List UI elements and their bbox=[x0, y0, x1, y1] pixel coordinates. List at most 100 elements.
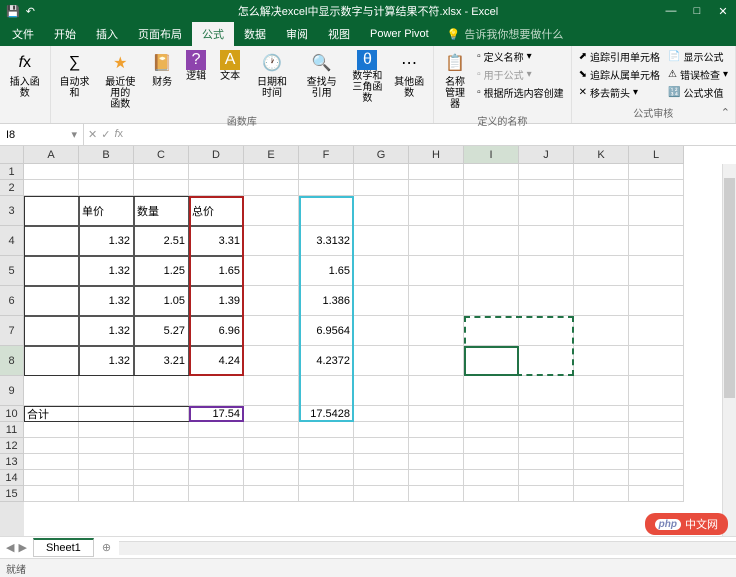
row-header-1[interactable]: 1 bbox=[0, 164, 24, 180]
horizontal-scrollbar[interactable] bbox=[119, 541, 736, 555]
cell-J15[interactable] bbox=[519, 486, 574, 502]
cell-B3[interactable]: 单价 bbox=[79, 196, 134, 226]
use-formula-button[interactable]: ▫ 用于公式 ▾ bbox=[474, 66, 567, 83]
col-header-K[interactable]: K bbox=[574, 146, 629, 164]
cell-D2[interactable] bbox=[189, 180, 244, 196]
trace-precedents-button[interactable]: ⬈ 追踪引用单元格 bbox=[576, 48, 663, 65]
cell-H3[interactable] bbox=[409, 196, 464, 226]
grid[interactable]: 单价数量总价1.322.513.313.31321.321.251.651.65… bbox=[24, 164, 736, 536]
cell-J6[interactable] bbox=[519, 286, 574, 316]
cell-C6[interactable]: 1.05 bbox=[134, 286, 189, 316]
eval-formula-button[interactable]: 🔢 公式求值 bbox=[665, 84, 731, 101]
cell-D7[interactable]: 6.96 bbox=[189, 316, 244, 346]
cell-E3[interactable] bbox=[244, 196, 299, 226]
cell-H5[interactable] bbox=[409, 256, 464, 286]
cell-B7[interactable]: 1.32 bbox=[79, 316, 134, 346]
remove-arrows-button[interactable]: ✕ 移去箭头 ▾ bbox=[576, 84, 663, 101]
cell-I7[interactable] bbox=[464, 316, 519, 346]
cell-B14[interactable] bbox=[79, 470, 134, 486]
cell-G5[interactable] bbox=[354, 256, 409, 286]
cell-C5[interactable]: 1.25 bbox=[134, 256, 189, 286]
cell-L4[interactable] bbox=[629, 226, 684, 256]
error-check-button[interactable]: ⚠ 错误检查 ▾ bbox=[665, 66, 731, 83]
cell-E15[interactable] bbox=[244, 486, 299, 502]
cell-K8[interactable] bbox=[574, 346, 629, 376]
cell-L2[interactable] bbox=[629, 180, 684, 196]
accept-formula-icon[interactable]: ✓ bbox=[101, 128, 110, 141]
cell-G9[interactable] bbox=[354, 376, 409, 406]
tab-file[interactable]: 文件 bbox=[2, 22, 44, 46]
col-header-C[interactable]: C bbox=[134, 146, 189, 164]
cell-C15[interactable] bbox=[134, 486, 189, 502]
add-sheet-button[interactable]: ⊕ bbox=[94, 541, 119, 554]
name-manager-button[interactable]: 📋名称 管理器 bbox=[438, 48, 472, 112]
cell-A10[interactable]: 合计 bbox=[24, 406, 79, 422]
cell-A11[interactable] bbox=[24, 422, 79, 438]
cell-K9[interactable] bbox=[574, 376, 629, 406]
cell-K7[interactable] bbox=[574, 316, 629, 346]
cell-K13[interactable] bbox=[574, 454, 629, 470]
cell-G10[interactable] bbox=[354, 406, 409, 422]
cell-D14[interactable] bbox=[189, 470, 244, 486]
cell-J3[interactable] bbox=[519, 196, 574, 226]
cell-G7[interactable] bbox=[354, 316, 409, 346]
row-header-6[interactable]: 6 bbox=[0, 286, 24, 316]
more-button[interactable]: ⋯其他函数 bbox=[389, 48, 429, 101]
cell-A15[interactable] bbox=[24, 486, 79, 502]
col-header-D[interactable]: D bbox=[189, 146, 244, 164]
cell-F9[interactable] bbox=[299, 376, 354, 406]
cell-K4[interactable] bbox=[574, 226, 629, 256]
cell-E10[interactable] bbox=[244, 406, 299, 422]
cell-C9[interactable] bbox=[134, 376, 189, 406]
cell-D3[interactable]: 总价 bbox=[189, 196, 244, 226]
cell-F1[interactable] bbox=[299, 164, 354, 180]
cell-A9[interactable] bbox=[24, 376, 79, 406]
cell-I9[interactable] bbox=[464, 376, 519, 406]
cell-C7[interactable]: 5.27 bbox=[134, 316, 189, 346]
col-header-A[interactable]: A bbox=[24, 146, 79, 164]
cell-A12[interactable] bbox=[24, 438, 79, 454]
cell-G12[interactable] bbox=[354, 438, 409, 454]
cell-E1[interactable] bbox=[244, 164, 299, 180]
cell-K5[interactable] bbox=[574, 256, 629, 286]
cell-L3[interactable] bbox=[629, 196, 684, 226]
undo-icon[interactable]: ↶ bbox=[26, 5, 35, 18]
row-header-5[interactable]: 5 bbox=[0, 256, 24, 286]
from-selection-button[interactable]: ▫ 根据所选内容创建 bbox=[474, 84, 567, 101]
fx-icon[interactable]: fx bbox=[114, 128, 123, 141]
cell-G13[interactable] bbox=[354, 454, 409, 470]
cell-J7[interactable] bbox=[519, 316, 574, 346]
cell-H15[interactable] bbox=[409, 486, 464, 502]
cell-D9[interactable] bbox=[189, 376, 244, 406]
cell-K11[interactable] bbox=[574, 422, 629, 438]
tab-data[interactable]: 数据 bbox=[234, 22, 276, 46]
cell-E11[interactable] bbox=[244, 422, 299, 438]
cell-D5[interactable]: 1.65 bbox=[189, 256, 244, 286]
cell-B15[interactable] bbox=[79, 486, 134, 502]
cell-D15[interactable] bbox=[189, 486, 244, 502]
cell-L5[interactable] bbox=[629, 256, 684, 286]
cell-H10[interactable] bbox=[409, 406, 464, 422]
cell-F13[interactable] bbox=[299, 454, 354, 470]
cell-G14[interactable] bbox=[354, 470, 409, 486]
cell-J13[interactable] bbox=[519, 454, 574, 470]
cell-A7[interactable] bbox=[24, 316, 79, 346]
cell-A2[interactable] bbox=[24, 180, 79, 196]
cell-K6[interactable] bbox=[574, 286, 629, 316]
cell-D1[interactable] bbox=[189, 164, 244, 180]
tab-insert[interactable]: 插入 bbox=[86, 22, 128, 46]
text-button[interactable]: A文本 bbox=[214, 48, 246, 84]
cell-E14[interactable] bbox=[244, 470, 299, 486]
cell-I4[interactable] bbox=[464, 226, 519, 256]
cell-H7[interactable] bbox=[409, 316, 464, 346]
cell-I1[interactable] bbox=[464, 164, 519, 180]
cell-A8[interactable] bbox=[24, 346, 79, 376]
cell-E7[interactable] bbox=[244, 316, 299, 346]
row-header-15[interactable]: 15 bbox=[0, 486, 24, 502]
cell-G3[interactable] bbox=[354, 196, 409, 226]
cell-A6[interactable] bbox=[24, 286, 79, 316]
cell-B2[interactable] bbox=[79, 180, 134, 196]
cell-I14[interactable] bbox=[464, 470, 519, 486]
cell-E5[interactable] bbox=[244, 256, 299, 286]
cell-K14[interactable] bbox=[574, 470, 629, 486]
